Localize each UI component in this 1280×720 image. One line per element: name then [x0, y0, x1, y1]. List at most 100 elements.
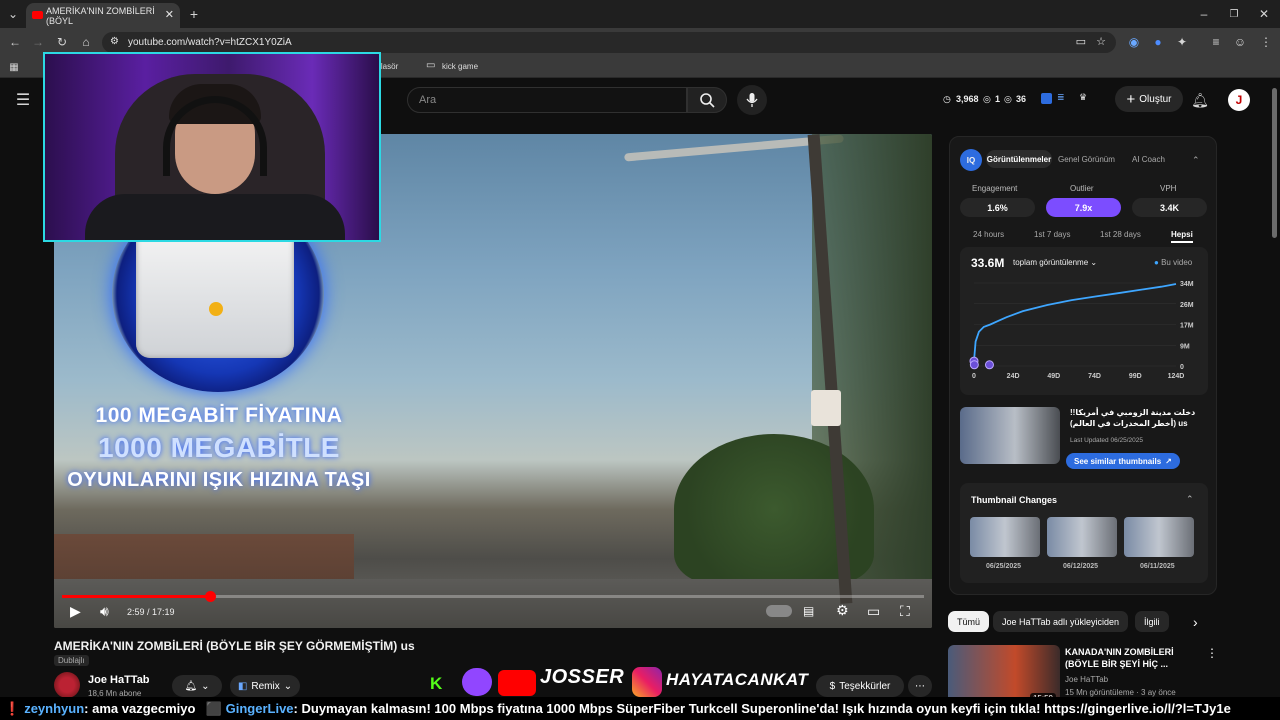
video-progress-bar[interactable]: [62, 591, 924, 602]
thumbnail-change-3[interactable]: [1124, 517, 1194, 557]
x-tick-label: 124D: [1168, 373, 1185, 380]
account-avatar[interactable]: J: [1228, 89, 1250, 111]
metric-value-vph: 3.4K: [1132, 198, 1207, 217]
page-scrollbar[interactable]: [1272, 88, 1277, 238]
progress-fill: [62, 595, 211, 598]
range-all[interactable]: Hepsi: [1171, 230, 1193, 243]
channel-avatar[interactable]: [54, 672, 80, 698]
menu-icon[interactable]: ☰: [15, 92, 31, 109]
play-icon[interactable]: ▶: [70, 603, 81, 620]
tab-ai-coach[interactable]: AI Coach: [1132, 155, 1165, 164]
trophy-icon[interactable]: ♛: [1079, 92, 1087, 103]
x-tick-label: 24D: [1007, 373, 1020, 380]
recommended-channel[interactable]: Joe HaTTab: [1065, 675, 1108, 684]
theater-mode-icon[interactable]: ▭: [867, 603, 880, 620]
bookmark-star-icon[interactable]: ☆: [1096, 35, 1106, 48]
close-window-icon[interactable]: ✕: [1256, 6, 1272, 22]
instagram-logo-icon: [632, 667, 662, 697]
webcam-overlay: [43, 52, 381, 242]
forward-icon[interactable]: →: [30, 34, 46, 50]
browser-tab-bar: ⌄ AMERİKA'NIN ZOMBİLERİ (BÖYL ✕ + – ❐ ✕: [0, 0, 1280, 28]
chevron-right-icon[interactable]: ›: [1193, 614, 1198, 630]
more-actions-icon[interactable]: ⋯: [908, 675, 932, 697]
close-tab-icon[interactable]: ✕: [165, 8, 174, 21]
create-button[interactable]: + Oluştur: [1115, 86, 1183, 112]
metric-value-outlier: 7.9x: [1046, 198, 1121, 217]
volume-icon[interactable]: 🔊︎: [100, 603, 109, 620]
vidiq-icon[interactable]: [1041, 93, 1052, 104]
search-input[interactable]: Ara: [407, 87, 687, 113]
thumbnail-date-1: 06/25/2025: [986, 563, 1022, 570]
tab-overview[interactable]: Genel Görünüm: [1058, 155, 1115, 164]
site-info-icon[interactable]: ⚙: [110, 36, 119, 47]
extensions-icon[interactable]: ✦: [1174, 34, 1190, 50]
settings-gear-icon[interactable]: ⚙: [836, 602, 849, 619]
promo-line-3: OYUNLARINI IŞIK HIZINA TAŞI: [67, 469, 371, 491]
related-thumbnail[interactable]: [960, 407, 1060, 464]
metric-value-engagement: 1.6%: [960, 198, 1035, 217]
range-28d[interactable]: 1st 28 days: [1100, 230, 1141, 239]
reload-icon[interactable]: ↻: [54, 34, 70, 50]
metric-label-engagement: Engagement: [972, 184, 1018, 193]
collapse-chevron-icon[interactable]: ⌃: [1186, 494, 1194, 505]
chip-all[interactable]: Tümü: [948, 611, 990, 632]
sponsor-josser: JOSSER: [540, 666, 625, 688]
restore-icon[interactable]: ❐: [1226, 6, 1242, 22]
subtitles-icon[interactable]: ▤: [803, 604, 814, 618]
tab-views[interactable]: Görüntülenmeler: [986, 150, 1052, 168]
sponsor-hayatacankat: HAYATACANKAT: [666, 670, 809, 689]
see-similar-thumbnails-button[interactable]: See similar thumbnails ↗: [1066, 453, 1180, 469]
search-button[interactable]: [687, 87, 727, 113]
tab-title: AMERİKA'NIN ZOMBİLERİ (BÖYL: [46, 5, 155, 26]
video-time: 2:59 / 17:19: [127, 607, 175, 617]
recommended-more-icon[interactable]: ⋮: [1206, 646, 1218, 660]
notifications-bell-icon[interactable]: 🔔︎: [1191, 92, 1209, 108]
vidiq-logo: IQ: [960, 149, 982, 171]
voice-search-button[interactable]: [737, 85, 767, 115]
eye-outline-icon: ◎: [1004, 94, 1012, 104]
road: [54, 579, 932, 628]
y-tick-label: 26M: [1180, 302, 1194, 309]
list-icon[interactable]: ≣: [1057, 92, 1065, 103]
thumbnail-date-2: 06/12/2025: [1063, 563, 1099, 570]
thumbnail-change-2[interactable]: [1047, 517, 1117, 557]
bookmark-folder-2[interactable]: kick game: [442, 62, 478, 71]
fullscreen-icon[interactable]: ⛶: [900, 603, 910, 620]
browser-tab[interactable]: AMERİKA'NIN ZOMBİLERİ (BÖYL ✕: [26, 3, 180, 28]
address-bar[interactable]: ⚙ youtube.com/watch?v=htZCX1Y0ZiA ▭ ☆: [102, 32, 1116, 53]
kick-logo-icon: K: [430, 674, 443, 693]
autoplay-toggle[interactable]: [766, 605, 792, 617]
home-icon[interactable]: ⌂: [78, 34, 94, 50]
promo-line-1: 100 MEGABİT FİYATINA: [95, 404, 343, 427]
remix-button[interactable]: ◧ Remix ⌄: [230, 675, 300, 697]
browser-menu-icon[interactable]: ⋮: [1258, 34, 1274, 50]
reading-list-icon[interactable]: ≡: [1208, 34, 1224, 50]
cast-icon[interactable]: ▭: [1076, 35, 1086, 48]
remix-icon: ◧: [237, 680, 248, 692]
extension-voice-icon[interactable]: ◉: [1126, 34, 1142, 50]
chat-ticker: ❗ zeynhyun : ama vazgecmiyo ⬛ GingerLive…: [0, 697, 1280, 720]
ticker-user-1: zeynhyun: [24, 701, 85, 716]
recommended-title[interactable]: KANADA'NIN ZOMBİLERİ (BÖYLE BİR ŞEYİ HİÇ…: [1065, 646, 1195, 670]
dubbed-badge: Dublajlı: [54, 655, 89, 666]
thumbnail-change-1[interactable]: [970, 517, 1040, 557]
chip-related[interactable]: İlgili: [1135, 611, 1169, 632]
x-tick-label: 74D: [1088, 373, 1101, 380]
range-7d[interactable]: 1st 7 days: [1034, 230, 1070, 239]
profile-icon[interactable]: ☺: [1232, 34, 1248, 50]
thanks-button[interactable]: $ Teşekkürler: [816, 675, 904, 697]
channel-name[interactable]: Joe HaTTab: [88, 674, 150, 686]
subscribe-bell-button[interactable]: 🔔︎ ⌄: [172, 675, 222, 697]
tab-search-icon[interactable]: ⌄: [5, 6, 21, 22]
back-icon[interactable]: ←: [7, 34, 23, 50]
new-tab-icon[interactable]: +: [186, 6, 202, 22]
modem-graphic: [136, 226, 294, 358]
extension-shield-icon[interactable]: ●: [1150, 34, 1166, 50]
range-24h[interactable]: 24 hours: [973, 230, 1004, 239]
minimize-icon[interactable]: –: [1196, 6, 1212, 22]
stat-b: 36: [1016, 94, 1027, 104]
chip-from-uploader[interactable]: Joe HaTTab adlı yükleyiciden: [993, 611, 1129, 632]
collapse-chevron-icon[interactable]: ⌃: [1192, 155, 1200, 166]
views-line-chart: 0 9M 17M 26M 34M 0 24D 49D 74D 99D 124D: [969, 281, 1194, 380]
apps-grid-icon[interactable]: ▦: [6, 59, 22, 75]
